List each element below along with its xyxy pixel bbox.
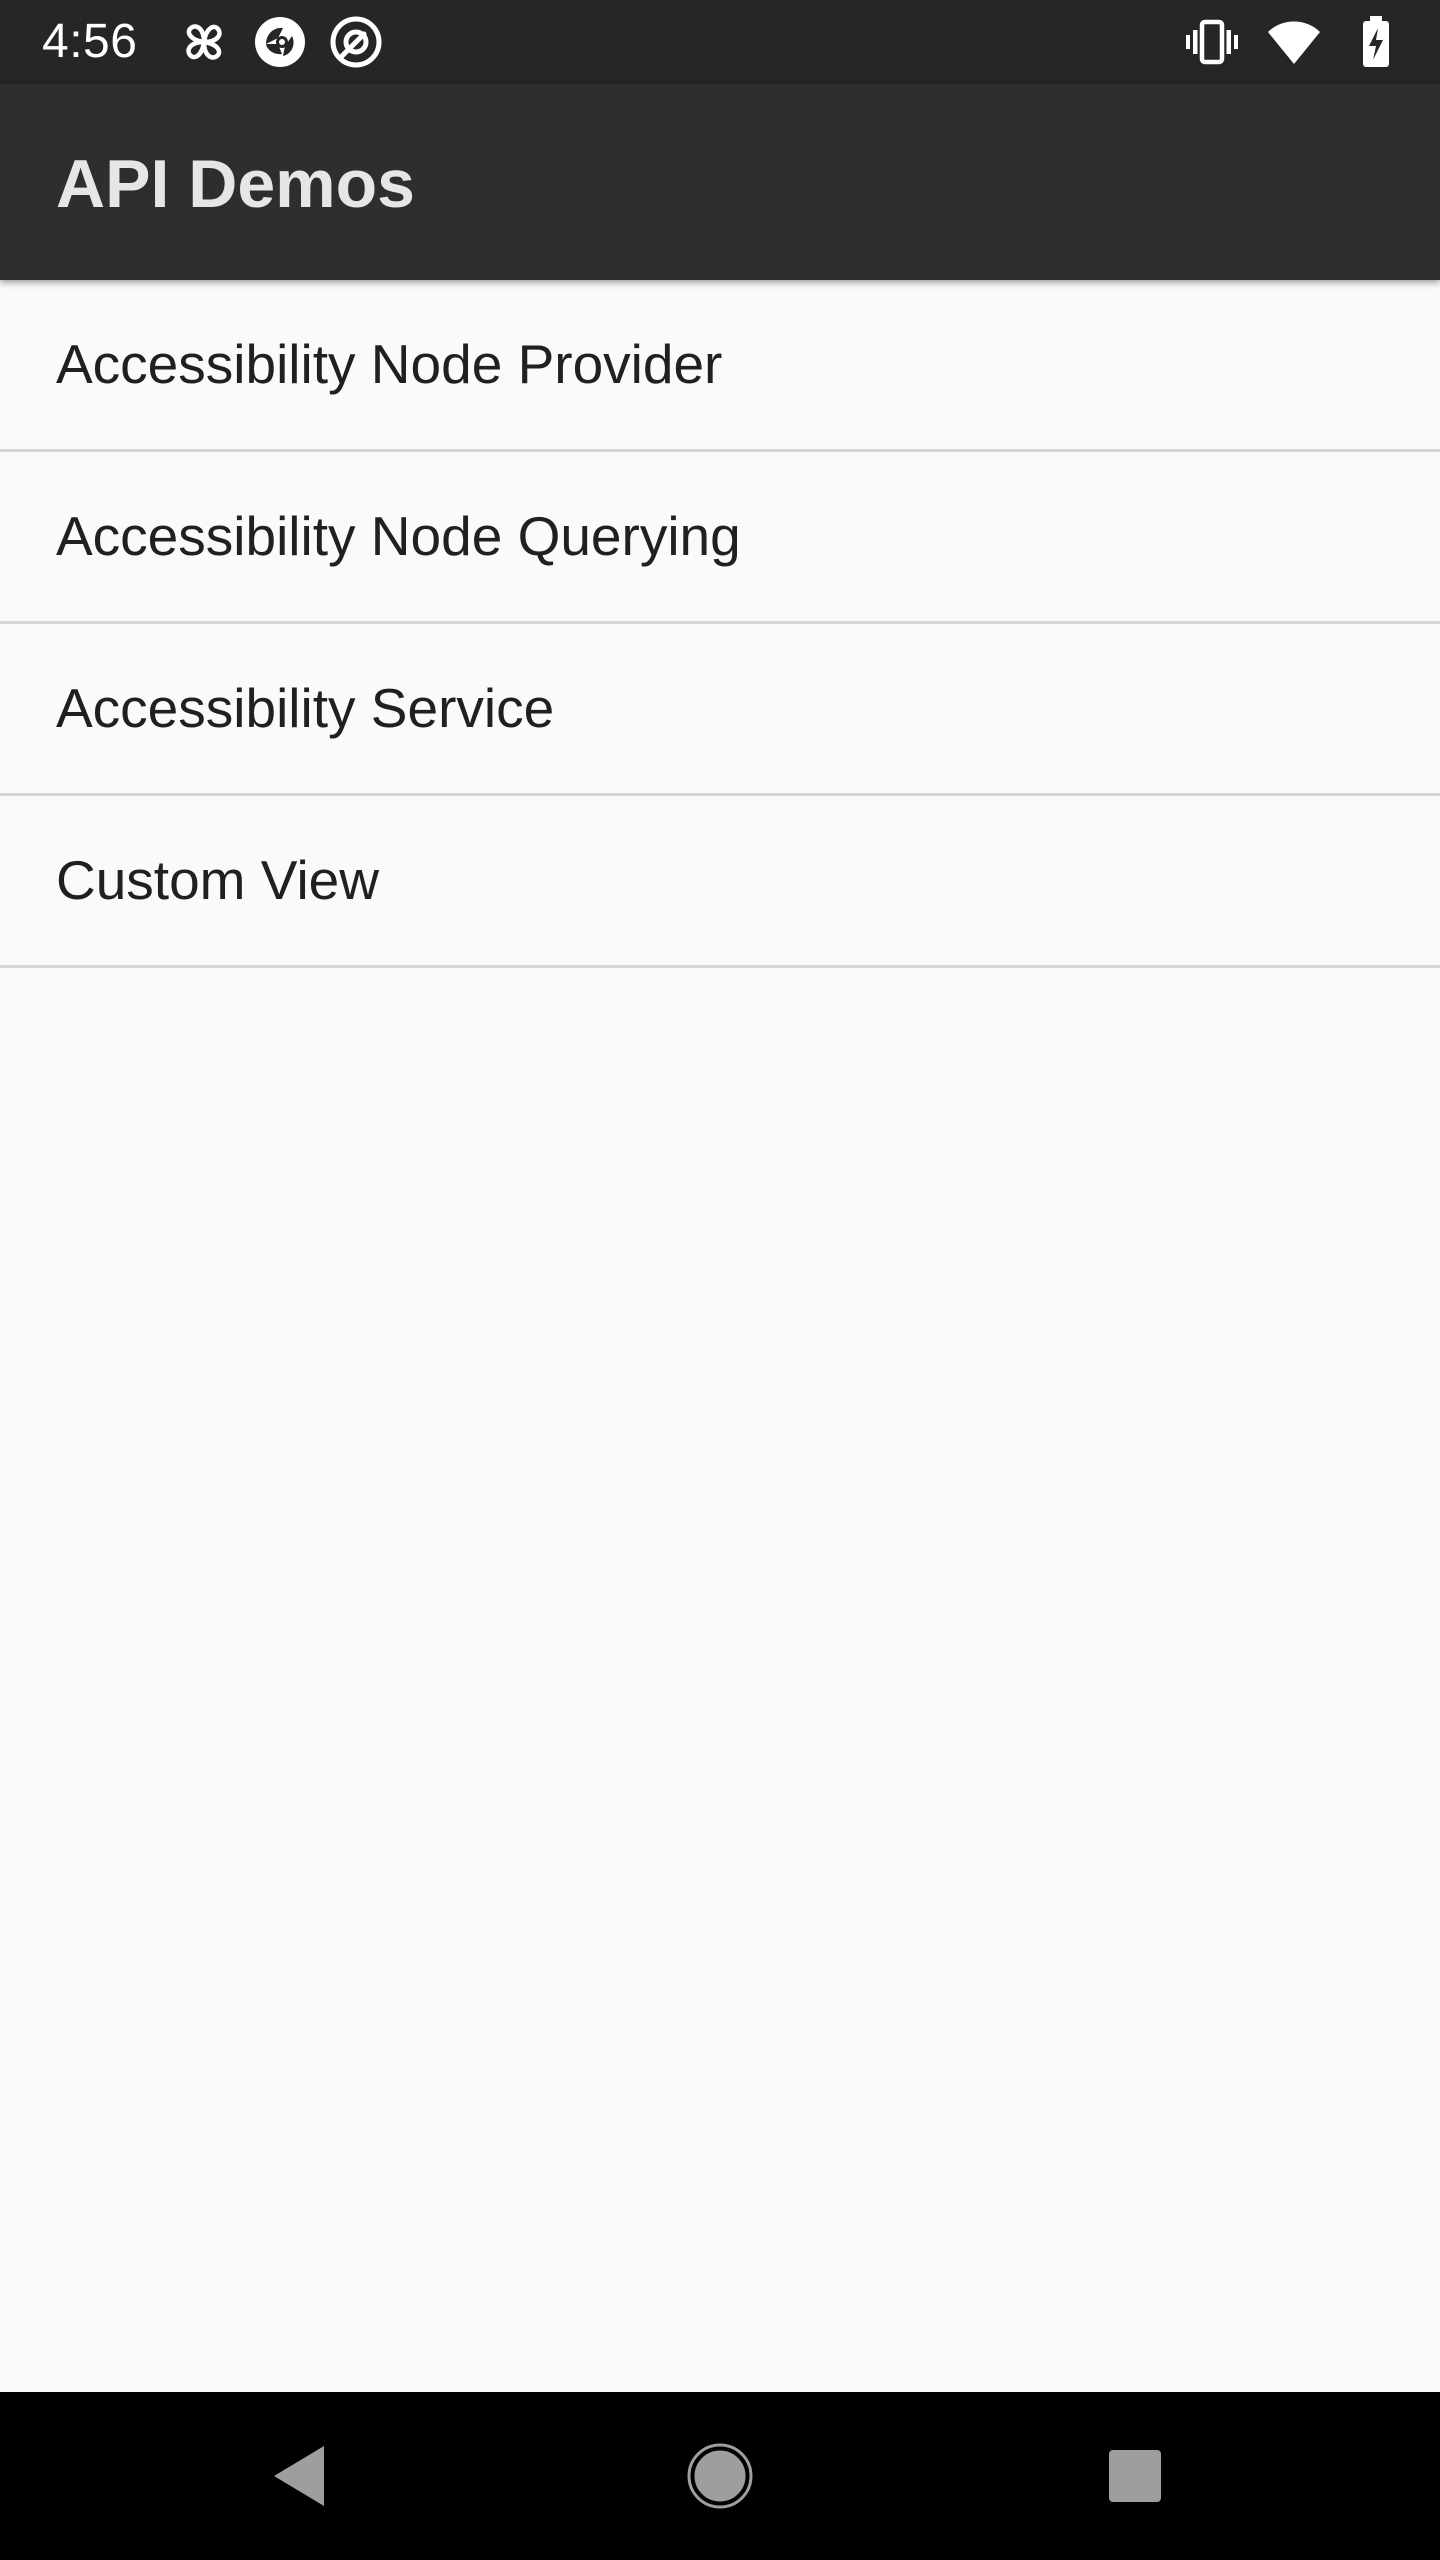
navigation-bar <box>0 2392 1440 2560</box>
at-sign-icon <box>330 16 382 68</box>
demo-list: Accessibility Node Provider Accessibilit… <box>0 280 1440 968</box>
status-bar: 4:56 <box>0 0 1440 84</box>
list-item-accessibility-service[interactable]: Accessibility Service <box>0 624 1440 796</box>
battery-charging-icon <box>1363 16 1389 67</box>
notification-icons <box>176 14 384 70</box>
status-time: 4:56 <box>42 15 138 68</box>
app-bar: API Demos <box>0 84 1440 280</box>
back-icon[interactable] <box>250 2426 350 2526</box>
camera-shutter-icon <box>255 17 305 67</box>
system-status-icons <box>1184 14 1404 70</box>
home-icon[interactable] <box>670 2426 770 2526</box>
list-item-accessibility-node-querying[interactable]: Accessibility Node Querying <box>0 452 1440 624</box>
list-item-accessibility-node-provider[interactable]: Accessibility Node Provider <box>0 280 1440 452</box>
app-title: API Demos <box>56 146 415 222</box>
wifi-icon <box>1268 21 1320 64</box>
list-item-label: Accessibility Service <box>56 677 555 739</box>
pinwheel-icon <box>186 24 222 60</box>
recents-icon[interactable] <box>1085 2426 1185 2526</box>
vibrate-icon <box>1186 19 1238 65</box>
list-item-label: Accessibility Node Provider <box>56 333 723 395</box>
list-item-label: Accessibility Node Querying <box>56 505 741 567</box>
list-item-label: Custom View <box>56 849 379 911</box>
list-item-custom-view[interactable]: Custom View <box>0 796 1440 968</box>
